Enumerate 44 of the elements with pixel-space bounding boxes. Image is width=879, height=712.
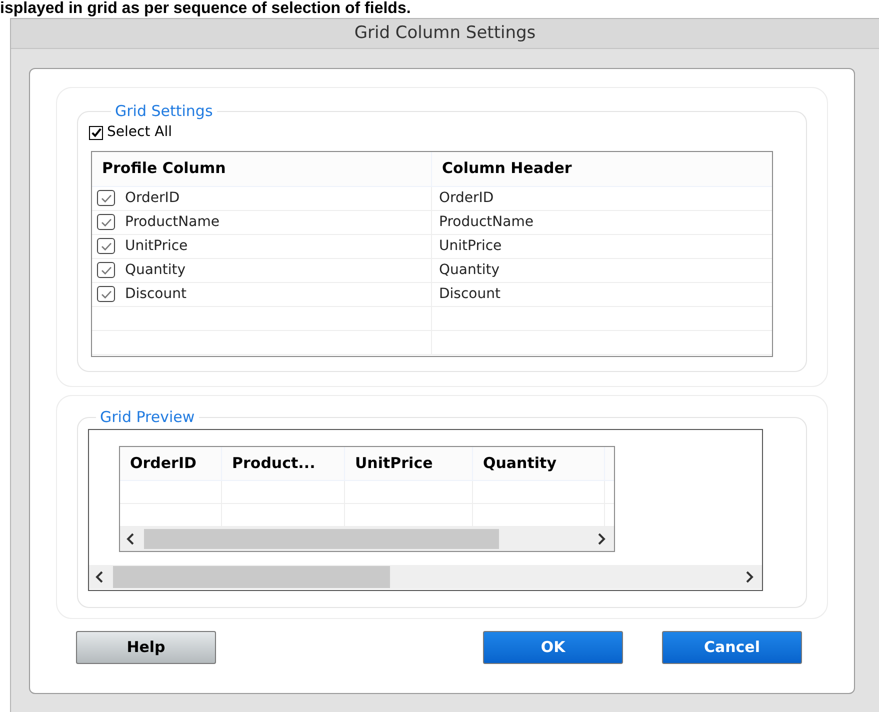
checkmark-icon [100,290,112,298]
select-all-checkbox[interactable] [89,126,103,140]
row-checkbox[interactable] [97,286,115,302]
row-checkbox[interactable] [97,238,115,254]
checkmark-icon [100,266,112,274]
help-button[interactable]: Help [76,630,216,664]
column-header[interactable]: Product... [222,446,345,480]
table-cell-text: Quantity [125,260,186,280]
column-header[interactable]: UnitPrice [345,446,473,480]
table-cell-text: Quantity [439,260,500,280]
table-cell-text: ProductName [439,212,534,232]
scrollbar-thumb[interactable] [113,566,390,588]
ok-button[interactable]: OK [483,630,623,664]
row-checkbox[interactable] [97,214,115,230]
horizontal-scrollbar[interactable] [120,526,614,550]
table-cell-text: UnitPrice [125,236,188,256]
row-checkbox[interactable] [97,190,115,206]
table-cell-text: ProductName [125,212,220,232]
checkbox-label: Select All [107,123,172,142]
scrollbar-thumb[interactable] [144,528,499,549]
row-checkbox[interactable] [97,262,115,278]
column-header[interactable]: OrderID [120,446,222,480]
caption-text: isplayed in grid as per sequence of selection of fields. [0,0,411,18]
column-header[interactable]: Profile Column [92,152,432,186]
cancel-button[interactable]: Cancel [662,630,802,664]
table-cell-text: Discount [125,284,186,304]
table-cell-text: UnitPrice [439,236,502,256]
window-title: Grid Column Settings [354,22,536,45]
checkmark-icon [100,194,112,202]
group-legend: Grid Preview [96,406,199,428]
checkmark-icon [100,242,112,250]
group-legend: Grid Settings [111,100,217,122]
column-header[interactable]: Quantity [473,446,605,480]
scroll-right-icon[interactable] [744,570,754,582]
checkmark-icon [90,127,102,138]
column-header[interactable]: Column Header [432,152,772,186]
table-cell-text: OrderID [125,188,180,208]
table-cell-text: OrderID [439,188,494,208]
horizontal-scrollbar[interactable] [89,564,762,588]
checkmark-icon [100,218,112,226]
scroll-left-icon[interactable] [126,532,136,545]
table-cell-text: Discount [439,284,500,304]
scroll-left-icon[interactable] [95,570,105,582]
scroll-right-icon[interactable] [596,532,606,545]
